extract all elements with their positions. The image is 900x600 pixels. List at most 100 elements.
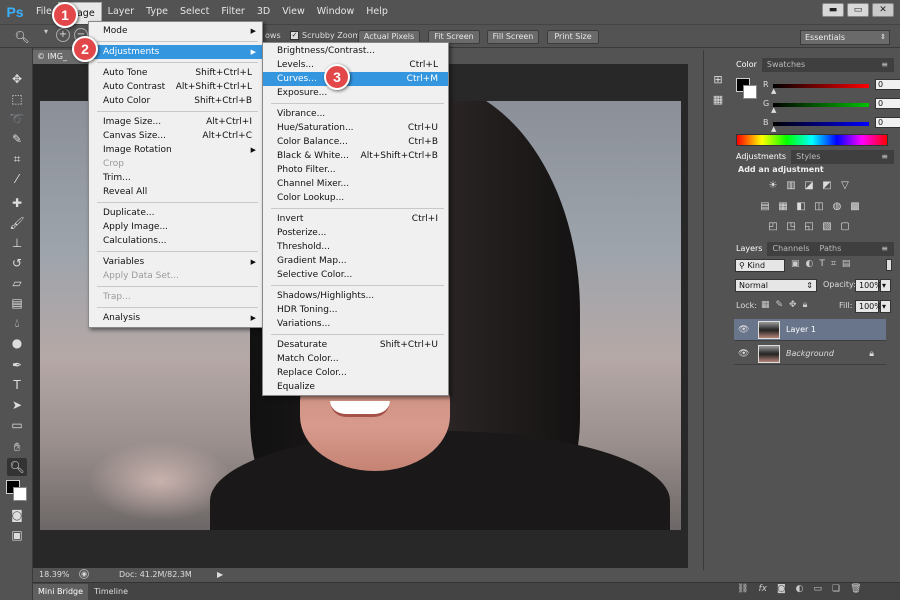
clone-stamp-tool-icon[interactable]: ⊥ <box>7 234 27 252</box>
tab-timeline[interactable]: Timeline <box>89 584 133 600</box>
fill-screen-button[interactable]: Fill Screen <box>487 30 539 44</box>
layer-filter-icons[interactable]: ▣◐T⌗▤ <box>791 259 856 269</box>
gradient-tool-icon[interactable]: ▤ <box>7 294 27 312</box>
zoom-in-icon[interactable]: + <box>56 28 70 42</box>
menu-item-adjustments[interactable]: Adjustments ▶ <box>89 45 262 59</box>
visibility-eye-icon[interactable]: 👁︎ <box>738 319 750 341</box>
adj-item-curves[interactable]: Curves... Ctrl+M <box>263 72 448 86</box>
rectangle-tool-icon[interactable]: ▭ <box>7 416 27 434</box>
adj-item-match-color[interactable]: Match Color... <box>263 352 448 366</box>
menu-help[interactable]: Help <box>360 0 394 24</box>
crop-tool-icon[interactable]: ⌗ <box>7 150 27 168</box>
adj-item-selective-color[interactable]: Selective Color... <box>263 268 448 282</box>
layer-row-background[interactable]: 👁︎ Background 🔒︎ <box>734 343 886 365</box>
adj-item-exposure[interactable]: Exposure... <box>263 86 448 100</box>
adj-item-gradient-map[interactable]: Gradient Map... <box>263 254 448 268</box>
restore-button[interactable]: ▭ <box>847 3 869 17</box>
menu-item-image-size[interactable]: Image Size... Alt+Ctrl+I <box>89 115 262 129</box>
brightness-adj-icon[interactable]: ☀ <box>766 180 780 192</box>
history-panel-icon[interactable]: ⊞ <box>710 72 726 88</box>
zoom-level[interactable]: 18.39% <box>39 568 70 582</box>
pen-tool-icon[interactable]: ✒ <box>7 356 27 374</box>
channel-mixer-adj-icon[interactable]: ▩ <box>848 201 862 213</box>
panel-menu-icon[interactable]: ≡ <box>881 242 888 256</box>
status-menu-arrow-icon[interactable]: ▶ <box>217 568 223 582</box>
adj-item-hdr-toning[interactable]: HDR Toning... <box>263 303 448 317</box>
menu-item-reveal-all[interactable]: Reveal All <box>89 185 262 199</box>
visibility-eye-icon[interactable]: 👁︎ <box>738 343 750 365</box>
color-spectrum[interactable] <box>736 134 888 146</box>
layer-filter-kind[interactable]: ⚲ Kind <box>735 259 785 272</box>
adj-item-invert[interactable]: Invert Ctrl+I <box>263 212 448 226</box>
link-layers-icon[interactable]: ⛓ <box>737 584 748 598</box>
levels-adj-icon[interactable]: ▥ <box>784 180 798 192</box>
minimize-button[interactable]: ▬ <box>822 3 844 17</box>
slider-handle-icon[interactable]: ▲ <box>771 106 776 114</box>
vibrance-adj-icon[interactable]: ▤ <box>758 201 772 213</box>
menu-item-duplicate[interactable]: Duplicate... <box>89 206 262 220</box>
tab-layers[interactable]: Layers <box>731 242 768 256</box>
path-selection-tool-icon[interactable]: ➤ <box>7 396 27 414</box>
invert-adj-icon[interactable]: ◰ <box>766 221 780 233</box>
menu-window[interactable]: Window <box>311 0 360 24</box>
slider-track[interactable] <box>773 84 869 88</box>
slider-handle-icon[interactable]: ▲ <box>771 87 776 95</box>
quick-selection-tool-icon[interactable]: ✎ <box>7 130 27 148</box>
delete-layer-icon[interactable]: 🗑︎ <box>850 584 861 598</box>
zoom-tool-preset-icon[interactable]: 🔍︎ <box>12 28 32 46</box>
tab-mini-bridge[interactable]: Mini Bridge <box>33 584 89 600</box>
adj-item-hue-saturation[interactable]: Hue/Saturation... Ctrl+U <box>263 121 448 135</box>
blend-mode-select[interactable]: Normal ⇕ <box>735 279 817 292</box>
new-group-icon[interactable]: ▭ <box>814 584 823 598</box>
tab-channels[interactable]: Channels <box>767 242 814 256</box>
workspace-switcher[interactable]: Essentials ⇕ <box>800 30 890 45</box>
photo-filter-adj-icon[interactable]: ◍ <box>830 201 844 213</box>
adj-item-photo-filter[interactable]: Photo Filter... <box>263 163 448 177</box>
slider-value-field[interactable]: 0 <box>875 117 900 128</box>
opacity-dropdown-icon[interactable]: ▾ <box>880 279 891 292</box>
close-button[interactable]: ✕ <box>872 3 894 17</box>
adj-item-color-lookup[interactable]: Color Lookup... <box>263 191 448 205</box>
slider-value-field[interactable]: 0 <box>875 79 900 90</box>
fill-dropdown-icon[interactable]: ▾ <box>880 300 891 313</box>
adj-item-desaturate[interactable]: Desaturate Shift+Ctrl+U <box>263 338 448 352</box>
tab-color[interactable]: Color <box>731 58 762 72</box>
adj-item-brightness-contrast[interactable]: Brightness/Contrast... <box>263 44 448 58</box>
dodge-tool-icon[interactable]: ● <box>7 334 27 352</box>
menu-item-calculations[interactable]: Calculations... <box>89 234 262 248</box>
lasso-tool-icon[interactable]: ➰ <box>7 110 27 128</box>
print-size-button[interactable]: Print Size <box>547 30 599 44</box>
menu-item-auto-color[interactable]: Auto Color Shift+Ctrl+B <box>89 94 262 108</box>
adj-item-black-white[interactable]: Black & White... Alt+Shift+Ctrl+B <box>263 149 448 163</box>
menu-item-canvas-size[interactable]: Canvas Size... Alt+Ctrl+C <box>89 129 262 143</box>
slider-handle-icon[interactable]: ▲ <box>771 125 776 133</box>
history-brush-tool-icon[interactable]: ↺ <box>7 254 27 272</box>
screen-mode-icon[interactable]: ▣ <box>7 526 27 544</box>
background-color-swatch[interactable] <box>13 487 27 501</box>
move-tool-icon[interactable]: ✥ <box>7 70 27 88</box>
menu-item-image-rotation[interactable]: Image Rotation ▶ <box>89 143 262 157</box>
color-slider-g[interactable]: G ▲ 0 <box>763 98 900 114</box>
fx-icon[interactable]: fx <box>758 584 767 598</box>
color-balance-adj-icon[interactable]: ◧ <box>794 201 808 213</box>
tab-adjustments[interactable]: Adjustments <box>731 150 792 164</box>
layer-name[interactable]: Layer 1 <box>786 319 816 341</box>
tab-paths[interactable]: Paths <box>815 242 847 256</box>
menu-item-analysis[interactable]: Analysis ▶ <box>89 311 262 325</box>
threshold-adj-icon[interactable]: ◱ <box>802 221 816 233</box>
adj-item-variations[interactable]: Variations... <box>263 317 448 331</box>
eyedropper-tool-icon[interactable]: ⁄ <box>7 170 27 188</box>
panel-menu-icon[interactable]: ≡ <box>881 150 888 164</box>
status-info-icon[interactable]: ◉ <box>79 569 89 579</box>
quick-mask-icon[interactable]: ◙ <box>7 506 27 524</box>
marquee-tool-icon[interactable]: ⬚ <box>7 90 27 108</box>
blur-tool-icon[interactable]: 💧︎ <box>7 314 27 332</box>
adj-item-color-balance[interactable]: Color Balance... Ctrl+B <box>263 135 448 149</box>
posterize-adj-icon[interactable]: ◳ <box>784 221 798 233</box>
layer-row-layer-1[interactable]: 👁︎ Layer 1 <box>734 319 886 341</box>
new-adjustment-icon[interactable]: ◐ <box>796 584 804 598</box>
scrubby-zoom-option[interactable]: ✓ Scrubby Zoom <box>290 31 360 40</box>
slider-track[interactable] <box>773 103 869 107</box>
adj-item-vibrance[interactable]: Vibrance... <box>263 107 448 121</box>
hue-sat-adj-icon[interactable]: ▦ <box>776 201 790 213</box>
